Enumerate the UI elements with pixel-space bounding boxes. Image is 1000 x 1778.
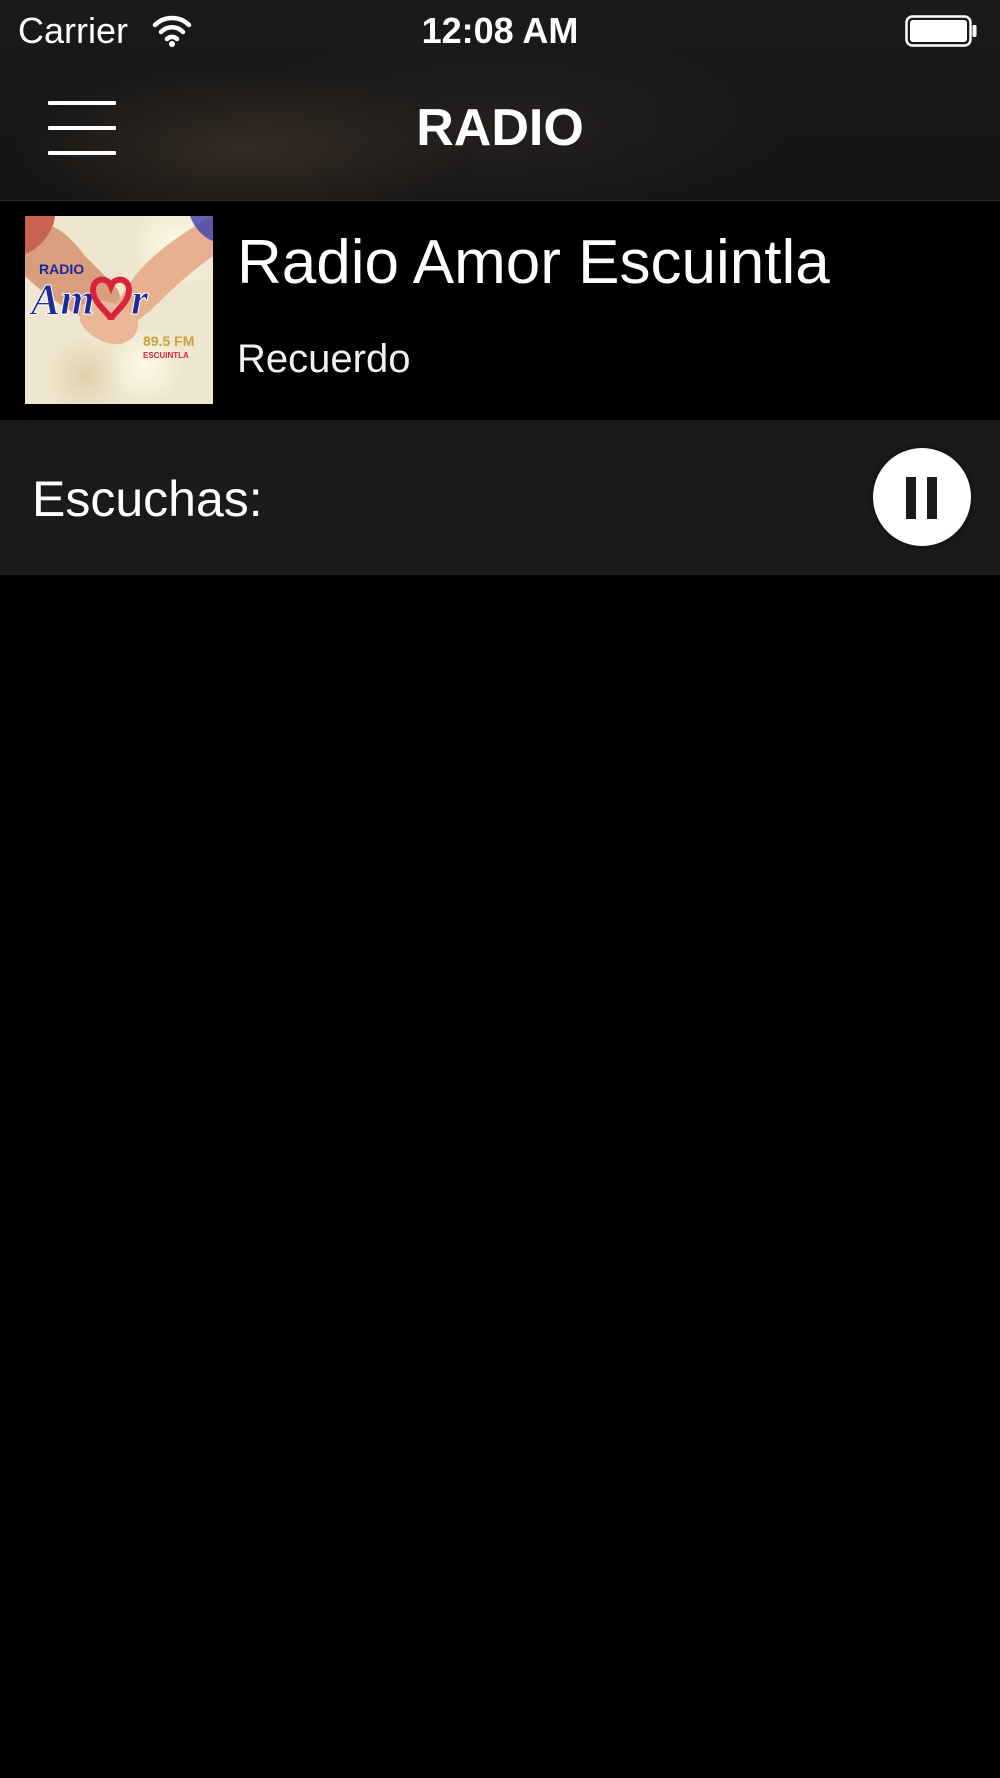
- svg-text:Am: Am: [28, 275, 95, 324]
- pause-button[interactable]: [873, 448, 971, 546]
- player-bar: Escuchas:: [0, 420, 1000, 575]
- radio-screen: Carrier 12:08 AM RADIO RADIO Am r 89.5 F…: [0, 0, 1000, 1778]
- station-logo-art: RADIO Am r 89.5 FM ESCUINTLA: [25, 216, 213, 404]
- station-row[interactable]: RADIO Am r 89.5 FM ESCUINTLA Radio Amor …: [0, 201, 1000, 419]
- listeners-label: Escuchas:: [32, 471, 263, 527]
- svg-text:89.5 FM: 89.5 FM: [143, 333, 194, 349]
- svg-text:r: r: [131, 275, 149, 324]
- page-title: RADIO: [416, 99, 584, 157]
- station-name: Radio Amor Escuintla: [237, 228, 830, 297]
- station-logo: RADIO Am r 89.5 FM ESCUINTLA: [25, 216, 213, 404]
- status-time: 12:08 AM: [421, 10, 579, 51]
- header: Carrier 12:08 AM RADIO: [0, 0, 1000, 201]
- battery-icon: [905, 15, 977, 47]
- navigation-bar: RADIO: [0, 62, 1000, 200]
- station-genre: Recuerdo: [237, 337, 411, 381]
- status-bar: Carrier 12:08 AM: [0, 0, 1000, 62]
- svg-text:ESCUINTLA: ESCUINTLA: [143, 351, 189, 360]
